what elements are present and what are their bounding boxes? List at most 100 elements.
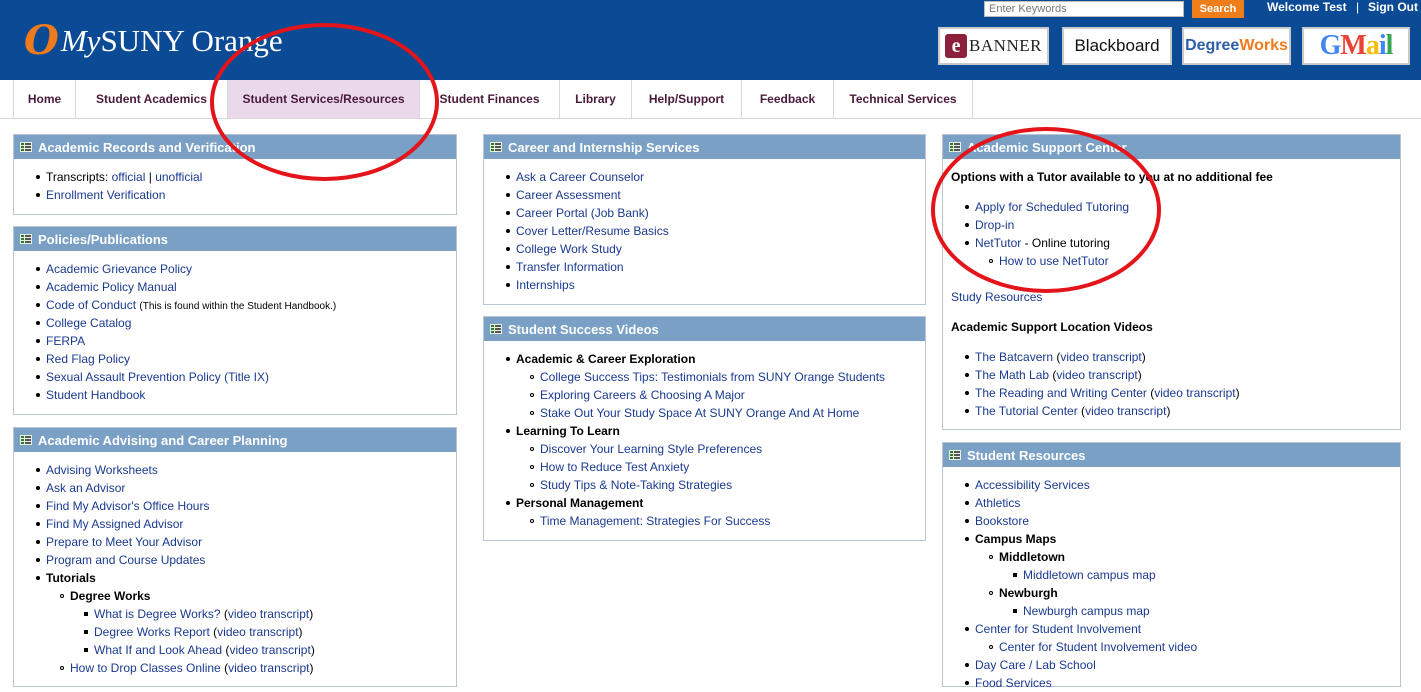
- video-transcript-link[interactable]: video transcript: [229, 643, 310, 657]
- tutorials-heading: Tutorials: [46, 571, 96, 585]
- tab-feedback[interactable]: Feedback: [742, 80, 834, 118]
- divider: |: [148, 170, 152, 184]
- mysunyorange-logo[interactable]: O MySUNY Orange: [24, 18, 283, 64]
- prepare-advisor-link[interactable]: Prepare to Meet Your Advisor: [46, 533, 202, 551]
- career-counselor-link[interactable]: Ask a Career Counselor: [516, 168, 644, 186]
- bullet: [36, 375, 40, 379]
- involvement-video-link[interactable]: Center for Student Involvement video: [999, 638, 1197, 656]
- writing-center-link[interactable]: The Reading and Writing Center: [975, 386, 1147, 400]
- how-nettutor-link[interactable]: How to use NetTutor: [999, 252, 1109, 270]
- ferpa-link[interactable]: FERPA: [46, 332, 85, 350]
- gmail-link[interactable]: GMail: [1302, 27, 1410, 65]
- welcome-text: Welcome Test: [1267, 0, 1347, 14]
- video-transcript-link[interactable]: video transcript: [1154, 386, 1235, 400]
- grievance-policy-link[interactable]: Academic Grievance Policy: [46, 260, 192, 278]
- bullet: [530, 519, 534, 523]
- bullet: [36, 468, 40, 472]
- newburgh-map-link[interactable]: Newburgh campus map: [1023, 602, 1150, 620]
- middletown-heading: Middletown: [999, 550, 1065, 564]
- bullet: [989, 555, 993, 559]
- video-transcript-link[interactable]: video transcript: [1085, 404, 1166, 418]
- official-transcript-link[interactable]: official: [112, 170, 146, 184]
- drop-in-link[interactable]: Drop-in: [975, 216, 1014, 234]
- tab-help-support[interactable]: Help/Support: [632, 80, 742, 118]
- drop-classes-link[interactable]: How to Drop Classes Online: [70, 661, 221, 675]
- bullet: [36, 285, 40, 289]
- career-portal-link[interactable]: Career Portal (Job Bank): [516, 204, 649, 222]
- transfer-info-link[interactable]: Transfer Information: [516, 258, 624, 276]
- video-link[interactable]: How to Reduce Test Anxiety: [540, 458, 689, 476]
- blackboard-link[interactable]: Blackboard: [1062, 27, 1172, 65]
- bookstore-link[interactable]: Bookstore: [975, 512, 1029, 530]
- bullet: [36, 339, 40, 343]
- degreeworks-link[interactable]: DegreeWorks: [1182, 27, 1291, 65]
- internships-link[interactable]: Internships: [516, 276, 575, 294]
- enrollment-verification-link[interactable]: Enrollment Verification: [46, 186, 165, 204]
- search-button[interactable]: Search: [1192, 0, 1244, 18]
- sign-out-link[interactable]: Sign Out: [1368, 0, 1418, 14]
- video-link[interactable]: College Success Tips: Testimonials from …: [540, 368, 885, 386]
- tab-home[interactable]: Home: [14, 80, 76, 118]
- bullet: [965, 681, 969, 685]
- dw-item-row: What If and Look Ahead (video transcript…: [94, 643, 315, 657]
- transcripts-label: Transcripts:: [46, 170, 109, 184]
- assigned-advisor-link[interactable]: Find My Assigned Advisor: [46, 515, 183, 533]
- red-flag-policy-link[interactable]: Red Flag Policy: [46, 350, 130, 368]
- video-link[interactable]: Study Tips & Note-Taking Strategies: [540, 476, 732, 494]
- bullet: [989, 259, 993, 263]
- accessibility-link[interactable]: Accessibility Services: [975, 476, 1090, 494]
- academic-policy-manual-link[interactable]: Academic Policy Manual: [46, 278, 177, 296]
- tab-technical-services[interactable]: Technical Services: [834, 80, 973, 118]
- banner-link[interactable]: e BANNER: [938, 27, 1049, 65]
- middletown-map-link[interactable]: Middletown campus map: [1023, 566, 1156, 584]
- logo-o-mark: O: [24, 17, 59, 64]
- work-study-link[interactable]: College Work Study: [516, 240, 622, 258]
- study-resources-link[interactable]: Study Resources: [951, 288, 1042, 306]
- video-link[interactable]: Stake Out Your Study Space At SUNY Orang…: [540, 404, 859, 422]
- video-transcript-link[interactable]: video transcript: [1060, 350, 1141, 364]
- unofficial-transcript-link[interactable]: unofficial: [155, 170, 202, 184]
- bullet: [965, 391, 969, 395]
- drop-classes-row: How to Drop Classes Online (video transc…: [70, 661, 314, 675]
- bullet: [84, 648, 88, 652]
- what-if-link[interactable]: What If and Look Ahead: [94, 643, 222, 657]
- video-transcript-link[interactable]: video transcript: [228, 661, 309, 675]
- math-lab-link[interactable]: The Math Lab: [975, 368, 1049, 382]
- food-services-link[interactable]: Food Services: [975, 674, 1052, 692]
- career-assessment-link[interactable]: Career Assessment: [516, 186, 621, 204]
- search-input[interactable]: [984, 1, 1184, 17]
- video-transcript-link[interactable]: video transcript: [217, 625, 298, 639]
- college-catalog-link[interactable]: College Catalog: [46, 314, 131, 332]
- video-link[interactable]: Time Management: Strategies For Success: [540, 512, 770, 530]
- panel-title: Career and Internship Services: [508, 139, 700, 155]
- ask-advisor-link[interactable]: Ask an Advisor: [46, 479, 125, 497]
- bullet: [965, 483, 969, 487]
- video-transcript-link[interactable]: video transcript: [228, 607, 309, 621]
- what-is-degree-works-link[interactable]: What is Degree Works?: [94, 607, 221, 621]
- title-ix-link[interactable]: Sexual Assault Prevention Policy (Title …: [46, 368, 269, 386]
- video-transcript-link[interactable]: video transcript: [1056, 368, 1137, 382]
- day-care-link[interactable]: Day Care / Lab School: [975, 656, 1096, 674]
- bullet: [506, 283, 510, 287]
- student-involvement-link[interactable]: Center for Student Involvement: [975, 620, 1141, 638]
- code-of-conduct-link[interactable]: Code of Conduct: [46, 298, 136, 312]
- advising-worksheets-link[interactable]: Advising Worksheets: [46, 461, 158, 479]
- bullet: [36, 504, 40, 508]
- cover-letter-link[interactable]: Cover Letter/Resume Basics: [516, 222, 669, 240]
- tab-library[interactable]: Library: [560, 80, 632, 118]
- apply-tutoring-link[interactable]: Apply for Scheduled Tutoring: [975, 198, 1129, 216]
- program-updates-link[interactable]: Program and Course Updates: [46, 551, 205, 569]
- degree-works-report-link[interactable]: Degree Works Report: [94, 625, 210, 639]
- advisor-office-hours-link[interactable]: Find My Advisor's Office Hours: [46, 497, 209, 515]
- tab-student-finances[interactable]: Student Finances: [420, 80, 560, 118]
- tab-student-services[interactable]: Student Services/Resources: [228, 80, 420, 118]
- nettutor-link[interactable]: NetTutor: [975, 236, 1021, 250]
- video-link[interactable]: Discover Your Learning Style Preferences: [540, 440, 762, 458]
- video-link[interactable]: Exploring Careers & Choosing A Major: [540, 386, 745, 404]
- bullet: [506, 501, 510, 505]
- tab-student-academics[interactable]: Student Academics: [76, 80, 228, 118]
- tutorial-center-link[interactable]: The Tutorial Center: [975, 404, 1078, 418]
- batcavern-link[interactable]: The Batcavern: [975, 350, 1053, 364]
- student-handbook-link[interactable]: Student Handbook: [46, 386, 145, 404]
- athletics-link[interactable]: Athletics: [975, 494, 1020, 512]
